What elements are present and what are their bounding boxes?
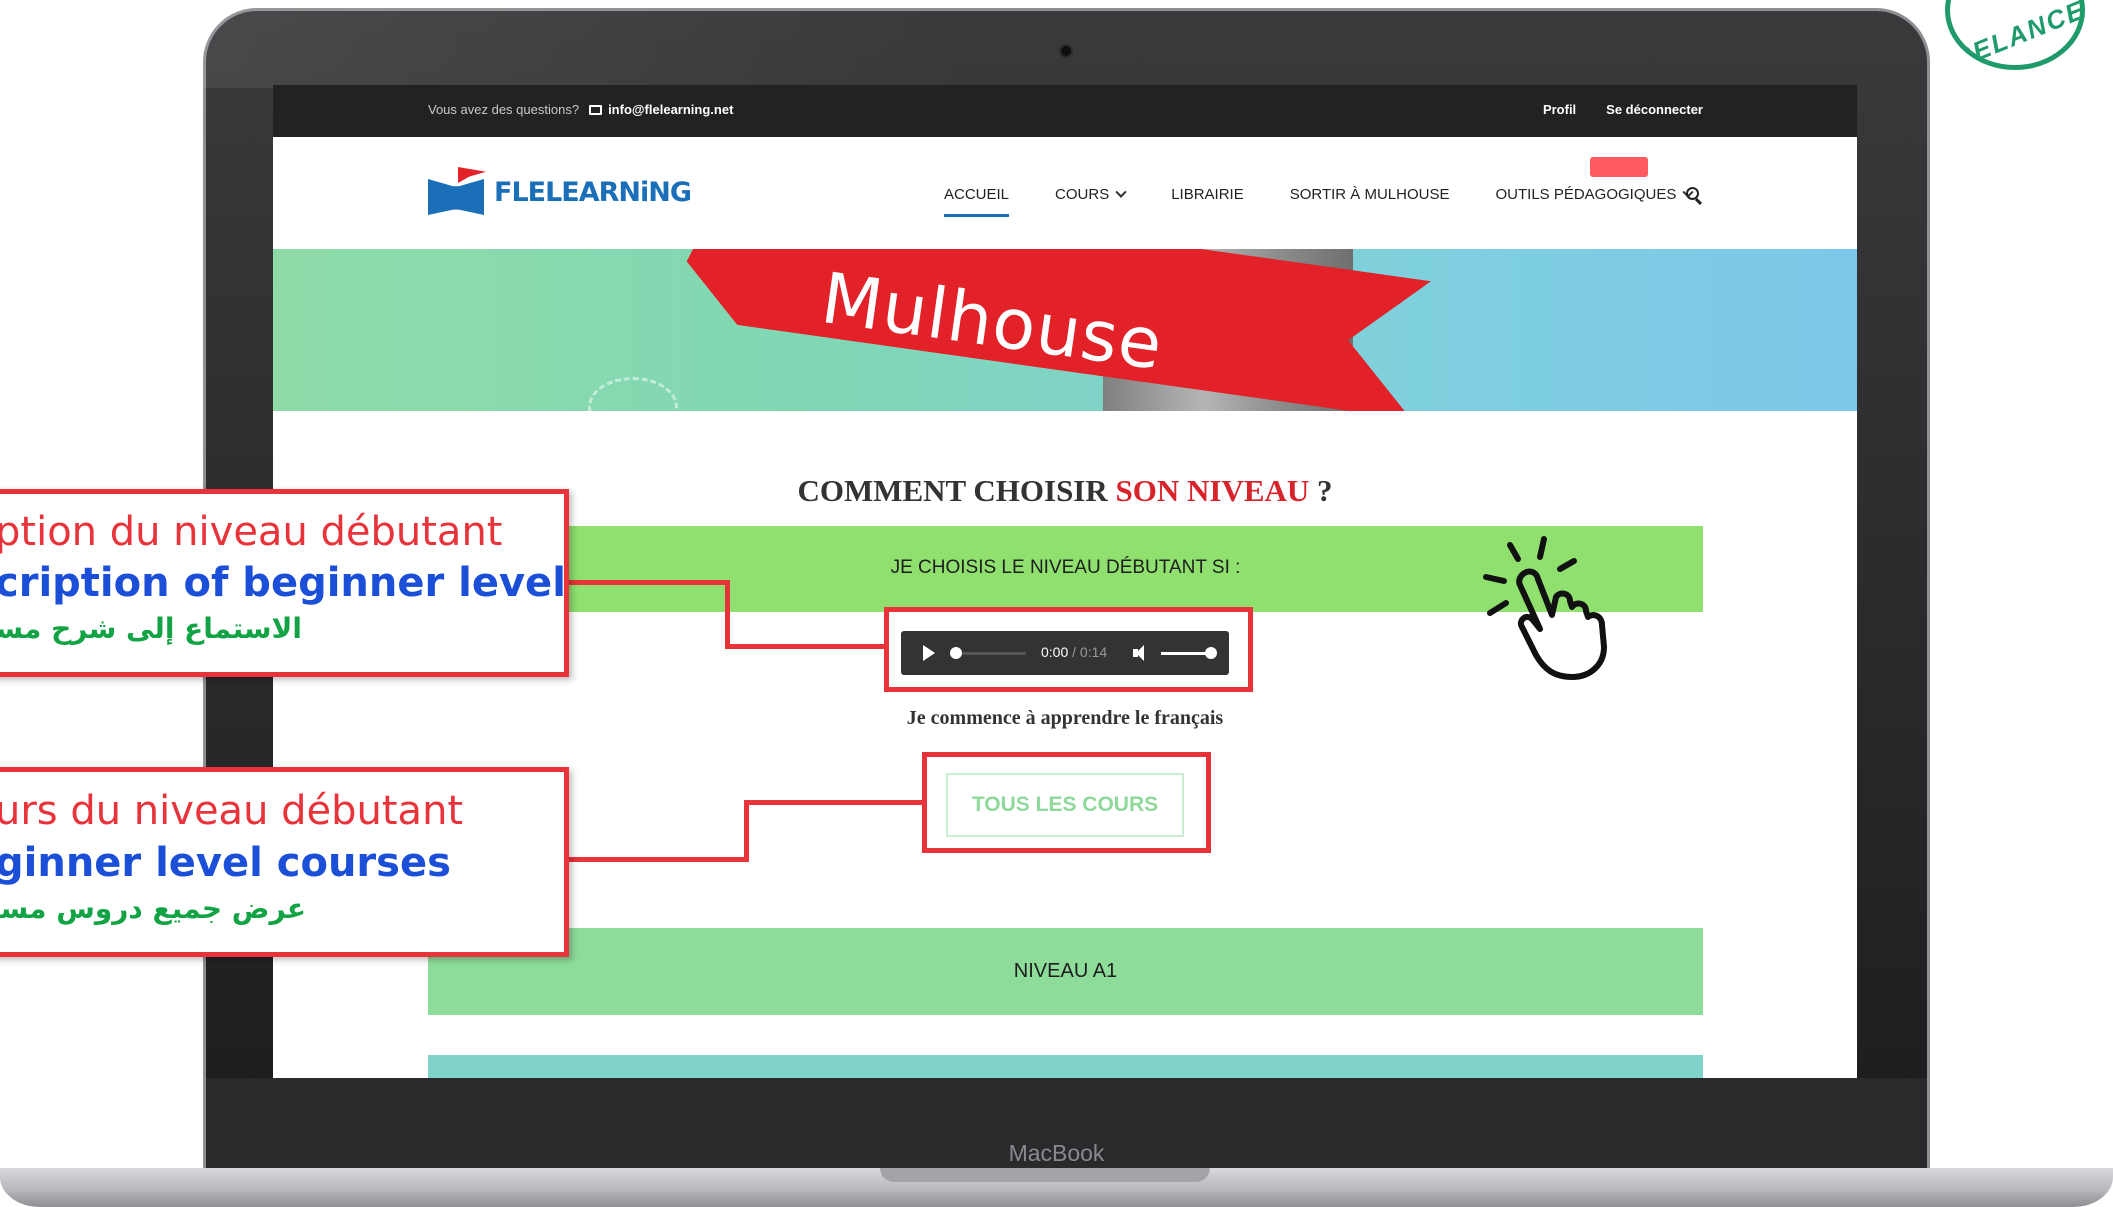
logout-link[interactable]: Se déconnecter (1606, 102, 1703, 117)
callout-all-courses: urs du niveau débutant ginner level cour… (0, 767, 569, 957)
nav-item-label: LIBRAIRIE (1171, 186, 1244, 203)
button-highlight-box (922, 752, 1211, 853)
search-icon[interactable] (1686, 187, 1702, 205)
nav-item-label: ACCUEIL (944, 186, 1010, 203)
audio-highlight-box (884, 607, 1253, 692)
callout-text-en: cription of beginner level (0, 560, 564, 606)
nav-item-accueil[interactable]: ACCUEIL (944, 186, 1010, 217)
chevron-down-icon (1115, 186, 1127, 198)
main-nav: ACCUEIL COURS LIBRAIRIE SORTIR À MULHOUS… (944, 186, 1738, 217)
callout-connector-2 (744, 800, 749, 862)
beginner-description: Je commence à apprendre le français (906, 707, 1224, 729)
nav-item-cours[interactable]: COURS (1055, 186, 1127, 203)
callout-text-ar: عرض جميع دروس مستوى (0, 892, 306, 925)
hero-banner: Mulhouse (273, 249, 1857, 411)
laptop-brand-label: MacBook (1008, 1140, 1105, 1166)
topbar-email-text: info@flelearning.net (608, 102, 734, 117)
profile-link[interactable]: Profil (1543, 102, 1576, 117)
callout-connector-2 (567, 857, 749, 862)
hand-pointer-icon (1483, 536, 1607, 680)
mail-icon (589, 104, 603, 115)
logo-text: FLELEARNiNG (494, 176, 692, 208)
nav-item-label: COURS (1055, 186, 1110, 203)
nav-item-label: SORTIR À MULHOUSE (1289, 186, 1450, 203)
laptop-notch (880, 1168, 1210, 1182)
callout-text-ar: الاستماع إلى شرح مستوى (0, 612, 302, 645)
callout-audio-description: ption du niveau débutant cription of beg… (0, 489, 569, 677)
nav-item-librairie[interactable]: LIBRAIRIE (1171, 186, 1244, 203)
callout-text-fr: urs du niveau débutant (0, 788, 464, 834)
nav-item-outils-pedagogiques[interactable]: OUTILS PÉDAGOGIQUES (1495, 186, 1695, 203)
callout-text-fr: ption du niveau débutant (0, 509, 503, 555)
title-highlight: SON NIVEAU (1115, 473, 1310, 508)
seal-text: RELANCE (1948, 0, 2085, 70)
callout-connector-1 (725, 644, 887, 649)
france-relance-seal: RELANCE (1945, 0, 2085, 70)
decorative-swirl (588, 377, 678, 411)
camera-icon (1059, 44, 1073, 58)
next-level-band (428, 1055, 1703, 1078)
top-bar: Vous avez des questions? info@flelearnin… (273, 85, 1857, 137)
callout-text-en: ginner level courses (0, 840, 451, 886)
nav-item-label: OUTILS PÉDAGOGIQUES (1495, 186, 1677, 203)
title-part: COMMENT CHOISIR (797, 473, 1116, 508)
level-a1-label: NIVEAU A1 (1013, 960, 1118, 982)
topbar-email-link[interactable]: info@flelearning.net (589, 102, 733, 117)
site-logo[interactable]: FLELEARNiNG (428, 167, 692, 217)
nav-item-sortir-a-mulhouse[interactable]: SORTIR À MULHOUSE (1290, 186, 1450, 203)
book-logo-icon (428, 167, 490, 217)
title-part: ? (1309, 473, 1333, 508)
level-a1-header[interactable]: NIVEAU A1 (428, 928, 1703, 1015)
nav-badge (1590, 157, 1648, 177)
site-header: FLELEARNiNG ACCUEIL COURS LIBRAIRIE SORT… (273, 137, 1857, 249)
callout-connector-1 (567, 580, 730, 585)
topbar-question: Vous avez des questions? (428, 102, 580, 117)
callout-connector-2 (744, 800, 925, 805)
callout-connector-1 (725, 580, 730, 649)
